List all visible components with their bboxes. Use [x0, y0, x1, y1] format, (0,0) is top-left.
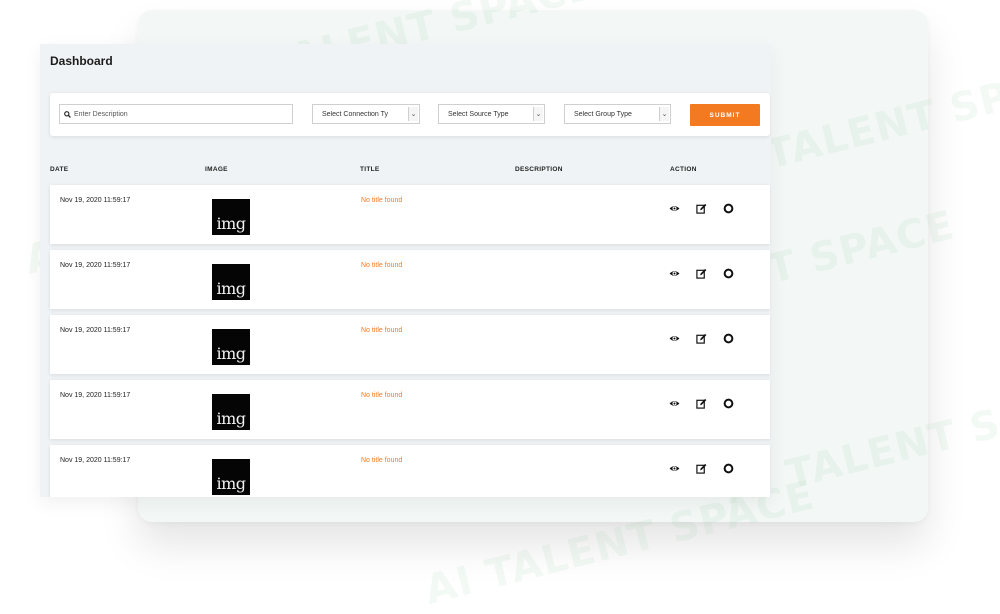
- row-date: Nov 19, 2020 11:59:17: [60, 457, 131, 464]
- toggle-icon[interactable]: [723, 398, 734, 409]
- group-type-label: Select Group Type: [574, 110, 632, 118]
- toggle-icon[interactable]: [723, 203, 734, 214]
- column-header-description: DESCRIPTION: [515, 166, 563, 173]
- search-input[interactable]: Enter Description: [59, 104, 293, 124]
- row-title: No title found: [361, 457, 403, 464]
- row-date: Nov 19, 2020 11:59:17: [60, 327, 131, 334]
- row-title: No title found: [361, 327, 403, 334]
- chevron-down-icon: ⌄: [659, 107, 669, 121]
- row-thumbnail: img: [212, 394, 250, 430]
- row-thumbnail: img: [212, 459, 250, 495]
- filter-bar: Enter Description Select Connection Ty ⌄…: [50, 93, 770, 136]
- table-row: Nov 19, 2020 11:59:17 img No title found: [50, 380, 770, 439]
- search-placeholder: Enter Description: [74, 110, 128, 118]
- edit-icon[interactable]: [696, 463, 707, 474]
- table-row: Nov 19, 2020 11:59:17 img No title found: [50, 315, 770, 374]
- eye-icon[interactable]: [669, 268, 680, 279]
- eye-icon[interactable]: [669, 333, 680, 344]
- eye-icon[interactable]: [669, 463, 680, 474]
- row-date: Nov 19, 2020 11:59:17: [60, 392, 131, 399]
- chevron-down-icon: ⌄: [408, 107, 418, 121]
- toggle-icon[interactable]: [723, 268, 734, 279]
- eye-icon[interactable]: [669, 203, 680, 214]
- column-header-action: ACTION: [670, 166, 697, 173]
- row-thumbnail: img: [212, 199, 250, 235]
- edit-icon[interactable]: [696, 203, 707, 214]
- row-title: No title found: [361, 392, 403, 399]
- toggle-icon[interactable]: [723, 463, 734, 474]
- source-type-select[interactable]: Select Source Type ⌄: [438, 104, 545, 124]
- row-thumbnail: img: [212, 329, 250, 365]
- submit-button[interactable]: SUBMIT: [690, 104, 760, 126]
- row-title: No title found: [361, 262, 403, 269]
- row-date: Nov 19, 2020 11:59:17: [60, 262, 131, 269]
- toggle-icon[interactable]: [723, 333, 734, 344]
- row-thumbnail: img: [212, 264, 250, 300]
- column-header-title: TITLE: [360, 166, 380, 173]
- column-header-image: IMAGE: [205, 166, 228, 173]
- table-row: Nov 19, 2020 11:59:17 img No title found: [50, 250, 770, 309]
- eye-icon[interactable]: [669, 398, 680, 409]
- chevron-down-icon: ⌄: [533, 107, 543, 121]
- group-type-select[interactable]: Select Group Type ⌄: [564, 104, 671, 124]
- connection-type-select[interactable]: Select Connection Ty ⌄: [312, 104, 420, 124]
- source-type-label: Select Source Type: [448, 110, 509, 118]
- dashboard-panel: Dashboard Enter Description Select Conne…: [40, 44, 771, 497]
- connection-type-label: Select Connection Ty: [322, 110, 389, 118]
- row-date: Nov 19, 2020 11:59:17: [60, 197, 131, 204]
- page-title: Dashboard: [50, 54, 113, 68]
- table-row: Nov 19, 2020 11:59:17 img No title found: [50, 185, 770, 244]
- search-icon: [64, 110, 71, 118]
- row-title: No title found: [361, 197, 403, 204]
- table-row: Nov 19, 2020 11:59:17 img No title found: [50, 445, 770, 497]
- edit-icon[interactable]: [696, 398, 707, 409]
- column-header-date: DATE: [50, 166, 69, 173]
- edit-icon[interactable]: [696, 333, 707, 344]
- edit-icon[interactable]: [696, 268, 707, 279]
